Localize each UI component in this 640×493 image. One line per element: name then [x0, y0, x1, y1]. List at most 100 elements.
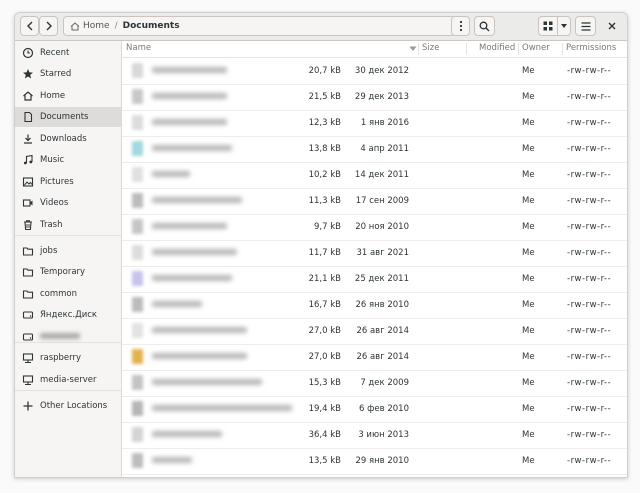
file-owner: Me	[522, 222, 535, 232]
table-row[interactable]: 16,7 kB 26 янв 2010 Me -rw-rw-r--	[122, 292, 627, 319]
file-size: 36,4 kB	[308, 430, 341, 440]
file-permissions: -rw-rw-r--	[567, 222, 612, 232]
close-button[interactable]	[601, 16, 623, 36]
file-name-redacted	[152, 456, 192, 466]
column-permissions-header[interactable]: Permissions	[566, 43, 616, 53]
sidebar-item-starred[interactable]: Starred	[15, 64, 121, 84]
sidebar-item-other-locations[interactable]: Other Locations	[15, 396, 121, 416]
sidebar-item-videos[interactable]: Videos	[15, 193, 121, 213]
file-icon	[132, 63, 143, 78]
breadcrumb-home[interactable]: Home	[68, 21, 112, 31]
sidebar-item-music[interactable]: Music	[15, 150, 121, 170]
file-size: 21,1 kB	[308, 274, 341, 284]
sidebar-item-label: Pictures	[40, 177, 74, 187]
table-row[interactable]: 36,4 kB 3 июн 2013 Me -rw-rw-r--	[122, 422, 627, 449]
sidebar-item-яндекс-диск[interactable]: Яндекс.Диск	[15, 305, 121, 325]
file-owner: Me	[522, 300, 535, 310]
table-row[interactable]: 11,7 kB 31 авг 2021 Me -rw-rw-r--	[122, 240, 627, 267]
file-permissions: -rw-rw-r--	[567, 92, 612, 102]
file-name-redacted	[152, 66, 227, 76]
file-size: 12,3 kB	[308, 118, 341, 128]
file-name-redacted	[152, 378, 262, 388]
breadcrumb-documents[interactable]: Documents	[121, 21, 182, 31]
file-owner: Me	[522, 456, 535, 466]
folder-icon	[22, 266, 34, 278]
folder-icon	[22, 245, 34, 257]
plus-icon	[22, 400, 34, 412]
grid-view-button[interactable]	[538, 16, 558, 36]
file-permissions: -rw-rw-r--	[567, 170, 612, 180]
file-size: 11,3 kB	[308, 196, 341, 206]
sidebar-item-recent[interactable]: Recent	[15, 43, 121, 63]
file-permissions: -rw-rw-r--	[567, 66, 612, 76]
file-owner: Me	[522, 352, 535, 362]
column-modified-header[interactable]: Modified	[479, 43, 515, 53]
sidebar-item-label: common	[40, 289, 78, 299]
file-modified: 30 дек 2012	[354, 66, 409, 76]
table-row[interactable]: 12,3 kB 1 янв 2016 Me -rw-rw-r--	[122, 110, 627, 137]
table-row[interactable]: 21,1 kB 25 дек 2011 Me -rw-rw-r--	[122, 266, 627, 293]
sidebar-item-home[interactable]: Home	[15, 86, 121, 106]
file-modified: 26 авг 2014	[356, 352, 409, 362]
sidebar-item-label: Documents	[40, 112, 89, 122]
back-button[interactable]	[20, 16, 39, 36]
path-menu-button[interactable]	[451, 16, 470, 36]
folder-icon	[22, 288, 34, 300]
table-row[interactable]: 9,7 kB 20 ноя 2010 Me -rw-rw-r--	[122, 214, 627, 241]
sidebar-item-common[interactable]: common	[15, 284, 121, 304]
sidebar-item-documents[interactable]: Documents	[15, 107, 121, 127]
column-size-header[interactable]: Size	[422, 43, 439, 53]
file-size: 20,7 kB	[308, 66, 341, 76]
file-name-redacted	[152, 144, 232, 154]
sidebar-item-hidden[interactable]	[15, 327, 121, 347]
main-menu-button[interactable]	[575, 16, 596, 36]
grid-icon	[543, 21, 553, 31]
sidebar-item-raspberry[interactable]: raspberry	[15, 348, 121, 368]
table-row[interactable]: 20,7 kB 30 дек 2012 Me -rw-rw-r--	[122, 58, 627, 85]
file-permissions: -rw-rw-r--	[567, 430, 612, 440]
table-row[interactable]: 21,5 kB 29 дек 2013 Me -rw-rw-r--	[122, 84, 627, 111]
search-button[interactable]	[474, 16, 495, 36]
column-owner-header[interactable]: Owner	[522, 43, 550, 53]
forward-button[interactable]	[39, 16, 58, 36]
file-permissions: -rw-rw-r--	[567, 456, 612, 466]
table-row[interactable]: 11,3 kB 17 сен 2009 Me -rw-rw-r--	[122, 188, 627, 215]
file-modified: 29 янв 2010	[355, 456, 409, 466]
home-icon	[70, 21, 80, 30]
file-name-redacted	[152, 222, 227, 232]
table-row[interactable]: 27,0 kB 26 авг 2014 Me -rw-rw-r--	[122, 344, 627, 371]
picture-icon	[22, 176, 34, 188]
path-bar: Home / Documents	[63, 16, 455, 36]
search-icon	[479, 21, 490, 31]
sidebar-item-temporary[interactable]: Temporary	[15, 262, 121, 282]
file-size: 13,8 kB	[308, 144, 341, 154]
file-icon	[132, 141, 143, 156]
sidebar-item-media-server[interactable]: media-server	[15, 370, 121, 390]
sidebar-item-pictures[interactable]: Pictures	[15, 172, 121, 192]
sidebar-item-jobs[interactable]: jobs	[15, 241, 121, 261]
sidebar-item-downloads[interactable]: Downloads	[15, 129, 121, 149]
column-name-header[interactable]: Name	[126, 43, 151, 53]
table-row[interactable]: 10,2 kB 14 дек 2011 Me -rw-rw-r--	[122, 162, 627, 189]
table-row[interactable]: 15,3 kB 7 дек 2009 Me -rw-rw-r--	[122, 370, 627, 397]
sidebar-item-label: Starred	[40, 69, 72, 79]
file-name-redacted	[152, 170, 190, 180]
sidebar-item-trash[interactable]: Trash	[15, 215, 121, 235]
table-row[interactable]: 19,4 kB 6 фев 2010 Me -rw-rw-r--	[122, 396, 627, 423]
sidebar-separator	[15, 390, 121, 391]
table-row[interactable]: 13,5 kB 29 янв 2010 Me -rw-rw-r--	[122, 448, 627, 475]
file-owner: Me	[522, 404, 535, 414]
file-owner: Me	[522, 248, 535, 258]
file-size: 21,5 kB	[308, 92, 341, 102]
sort-descending-icon	[409, 46, 417, 51]
table-row[interactable]: 27,0 kB 26 авг 2014 Me -rw-rw-r--	[122, 318, 627, 345]
file-modified: 29 дек 2013	[354, 92, 409, 102]
file-modified: 31 авг 2021	[356, 248, 409, 258]
sidebar-item-label: jobs	[40, 246, 58, 256]
file-name-redacted	[152, 326, 247, 336]
file-size: 27,0 kB	[308, 352, 341, 362]
file-rows: 20,7 kB 30 дек 2012 Me -rw-rw-r-- 21,5 kB 29 …	[122, 58, 627, 477]
table-row[interactable]: 13,8 kB 4 апр 2011 Me -rw-rw-r--	[122, 136, 627, 163]
file-owner: Me	[522, 170, 535, 180]
view-options-button[interactable]	[557, 16, 571, 36]
